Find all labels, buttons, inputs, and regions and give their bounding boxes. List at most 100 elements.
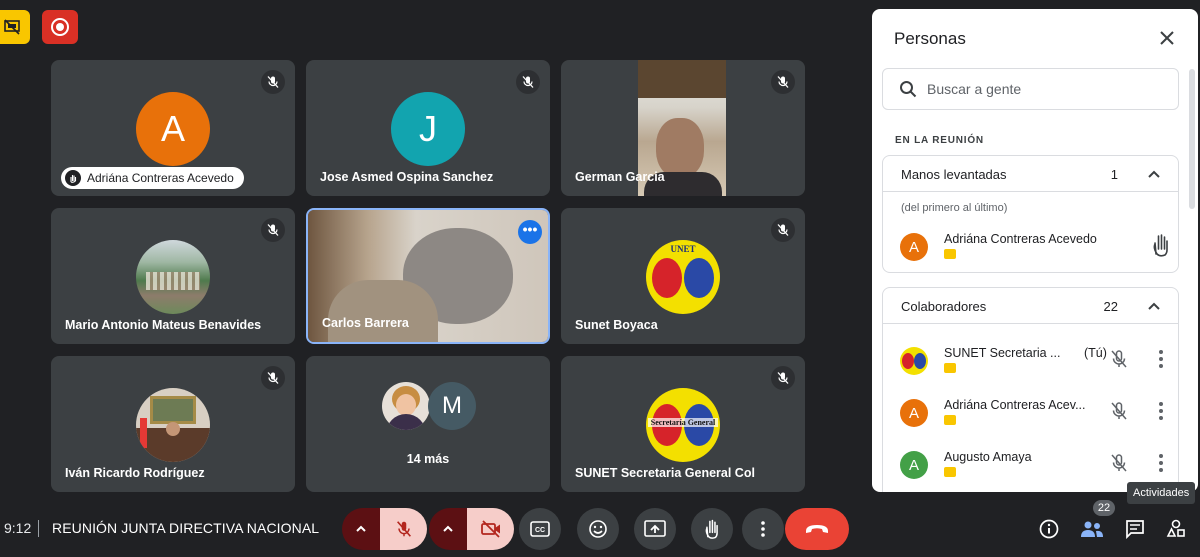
more-vert-icon[interactable] [1154,452,1168,474]
participant-name: Sunet Boyaca [575,318,658,332]
captions-button[interactable]: CC [519,508,561,550]
participant-tile[interactable]: German Garcia [561,60,805,196]
more-options-button[interactable] [742,508,784,550]
raised-hands-group: Manos levantadas 1 (del primero al últim… [882,155,1179,273]
activities-button[interactable] [1161,514,1191,544]
chevron-up-icon[interactable] [1144,164,1164,184]
chevron-up-icon [356,525,366,532]
camera-options-button[interactable] [429,508,467,550]
more-vert-icon [761,521,765,537]
divider [38,520,39,537]
group-count: 1 [1110,167,1118,182]
you-label: (Tú) [1084,346,1107,360]
avatar: A [900,233,928,261]
presenting-icon [944,363,956,373]
mic-off-icon [771,70,795,94]
presenting-icon [944,249,956,259]
participant-tile[interactable]: Mario Antonio Mateus Benavides [51,208,295,344]
presentation-badge[interactable] [0,10,30,44]
person-name: Adriána Contreras Acev... [944,398,1086,412]
participant-tile[interactable]: UNET Sunet Boyaca [561,208,805,344]
chat-icon [1126,520,1144,539]
avatar: J [391,92,465,166]
raised-hand-icon[interactable] [1150,232,1172,258]
raise-hand-button[interactable] [691,508,733,550]
chevron-up-icon[interactable] [1144,296,1164,316]
avatar: A [900,399,928,427]
search-icon [900,81,917,98]
presenting-icon [944,467,956,477]
group-count: 22 [1103,299,1118,314]
more-options-button[interactable]: ••• [518,220,542,244]
more-vert-icon[interactable] [1154,400,1168,422]
present-screen-icon [644,520,666,537]
close-icon[interactable] [1156,27,1178,49]
participant-tile[interactable]: ••• Carlos Barrera [306,208,550,344]
raised-hand-icon [65,170,81,186]
meeting-details-button[interactable] [1034,514,1064,544]
people-button[interactable] [1077,514,1107,544]
more-participants-tile[interactable]: M 14 más [306,356,550,492]
participant-tile[interactable]: Iván Ricardo Rodríguez [51,356,295,492]
mic-off-icon [261,70,285,94]
panel-title: Personas [894,29,966,48]
chat-button[interactable] [1120,514,1150,544]
mic-off-icon[interactable] [1108,452,1130,474]
people-icon [1081,521,1103,537]
closed-captions-icon: CC [530,521,550,537]
participant-name: German Garcia [575,170,665,184]
call-end-icon [806,525,828,533]
participant-tile[interactable]: J Jose Asmed Ospina Sanchez [306,60,550,196]
collaborators-header[interactable]: Colaboradores 22 [883,288,1178,324]
more-vert-icon[interactable] [1154,348,1168,370]
mic-toggle-button[interactable] [380,508,427,550]
info-icon [1039,519,1059,539]
mic-off-icon[interactable] [1108,400,1130,422]
raised-hand-pill: Adriána Contreras Acevedo [61,167,244,189]
search-input[interactable] [927,81,1147,97]
meeting-title: REUNIÓN JUNTA DIRECTIVA NACIONAL [52,520,320,536]
svg-text:CC: CC [535,527,545,534]
hand-icon [705,519,718,539]
presenting-icon [944,415,956,425]
section-label: EN LA REUNIÓN [895,135,984,146]
participant-name: Adriána Contreras Acevedo [87,171,234,185]
scrollbar[interactable] [1189,69,1195,209]
search-field[interactable] [882,68,1179,110]
participant-name: SUNET Secretaria General Col [575,466,755,480]
more-count-label: 14 más [406,452,450,466]
mic-off-icon [771,218,795,242]
order-note: (del primero al último) [901,202,1008,214]
person-row[interactable]: A Adriána Contreras Acev... [900,396,1176,436]
recording-badge[interactable] [42,10,78,44]
meet-window: A Adriána Contreras Acevedo J Jose Asmed… [0,0,1200,557]
mic-off-icon[interactable] [1108,348,1130,370]
participant-tile[interactable]: A Adriána Contreras Acevedo [51,60,295,196]
person-name: SUNET Secretaria ... [944,346,1061,360]
camera-toggle-button[interactable] [467,508,514,550]
person-row[interactable]: SUNET Secretaria ... (Tú) [900,344,1176,384]
group-label: Manos levantadas [901,167,1007,182]
mic-options-button[interactable] [342,508,380,550]
avatar [136,388,210,462]
participant-name: Jose Asmed Ospina Sanchez [320,170,494,184]
mic-off-icon [261,218,285,242]
present-button[interactable] [634,508,676,550]
person-name: Augusto Amaya [944,450,1032,464]
person-row[interactable]: A Adriána Contreras Acevedo [900,230,1176,270]
group-label: Colaboradores [901,299,987,314]
camera-off-icon [480,520,500,538]
mic-off-icon [516,70,540,94]
reactions-button[interactable] [577,508,619,550]
participant-name: Carlos Barrera [322,316,409,330]
chevron-up-icon [443,525,453,532]
participant-name: Iván Ricardo Rodríguez [65,466,205,480]
mic-off-icon [396,521,411,537]
clock: 9:12 [4,520,32,536]
leave-call-button[interactable] [785,508,849,550]
avatar: A [900,451,928,479]
camera-control [429,508,514,550]
emoji-icon [589,520,607,538]
raised-hands-header[interactable]: Manos levantadas 1 [883,156,1178,192]
participant-tile[interactable]: Secretaría General SUNET Secretaria Gene… [561,356,805,492]
